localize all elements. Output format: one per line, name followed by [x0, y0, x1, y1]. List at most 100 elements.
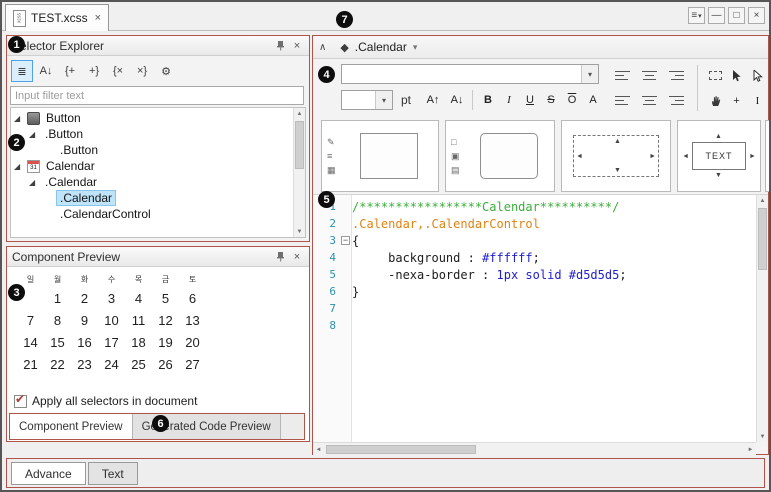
valign-middle-icon[interactable]: [636, 88, 663, 113]
pin-icon[interactable]: [273, 251, 287, 262]
zoom-plus-icon[interactable]: +: [726, 88, 747, 113]
text-cursor-icon[interactable]: I: [747, 88, 768, 113]
tree-item[interactable]: ◢.Calendar: [11, 174, 293, 190]
square-outline-icon[interactable]: □: [451, 137, 460, 147]
calendar-date-cell[interactable]: 8: [44, 309, 71, 331]
tree-expand-icon[interactable]: ◢: [14, 162, 27, 171]
font-style-select[interactable]: ▾: [341, 90, 393, 110]
square-filled-icon[interactable]: ▣: [451, 151, 460, 161]
bold-button[interactable]: B: [478, 90, 498, 110]
align-left-icon[interactable]: [609, 63, 636, 88]
calendar-date-cell[interactable]: 13: [179, 309, 206, 331]
pointer-alt-icon[interactable]: [747, 63, 768, 88]
calendar-date-cell[interactable]: 9: [71, 309, 98, 331]
sort-az-icon[interactable]: A↓: [35, 60, 57, 82]
calendar-date-cell[interactable]: 6: [179, 287, 206, 309]
scrollbar-thumb[interactable]: [758, 208, 767, 270]
add-selector-icon[interactable]: {+: [59, 60, 81, 82]
tree-expand-icon[interactable]: ◢: [14, 114, 27, 123]
calendar-date-cell[interactable]: 20: [179, 331, 206, 353]
restore-icon[interactable]: □: [728, 7, 745, 24]
square-top-icon[interactable]: ▤: [451, 165, 460, 175]
scroll-up-icon[interactable]: ▲: [294, 108, 305, 119]
tab-close-icon[interactable]: ×: [95, 12, 101, 24]
calendar-date-cell[interactable]: 27: [179, 353, 206, 375]
underline-button[interactable]: U: [520, 90, 540, 110]
calendar-date-cell[interactable]: 3: [98, 287, 125, 309]
align-center-icon[interactable]: [636, 63, 663, 88]
settings-gear-icon[interactable]: ⚙: [155, 60, 177, 82]
checkbox-box[interactable]: ✔: [14, 395, 27, 408]
calendar-date-cell[interactable]: 1: [44, 287, 71, 309]
calendar-date-cell[interactable]: 7: [17, 309, 44, 331]
calendar-date-cell[interactable]: 17: [98, 331, 125, 353]
chevron-down-icon[interactable]: ▾: [375, 91, 392, 109]
scroll-left-icon[interactable]: ◄: [313, 444, 324, 455]
preset-text-editor[interactable]: ◄ TEXT ▲ ▼ ►: [677, 120, 761, 192]
calendar-date-cell[interactable]: 14: [17, 331, 44, 353]
preset-border-editor[interactable]: ✎ ≡ ▦: [321, 120, 439, 192]
calendar-date-cell[interactable]: 26: [152, 353, 179, 375]
strikethrough-button[interactable]: S: [541, 90, 561, 110]
tree-expand-icon[interactable]: ◢: [29, 178, 42, 187]
edit-pencil-icon[interactable]: ✎: [327, 137, 336, 147]
valign-bottom-icon[interactable]: [663, 88, 690, 113]
calendar-date-cell[interactable]: 21: [17, 353, 44, 375]
calendar-date-cell[interactable]: 10: [98, 309, 125, 331]
preset-size-editor[interactable]: ◄ ► ▲ ▼: [561, 120, 671, 192]
tree-item[interactable]: .Calendar: [11, 190, 293, 206]
font-color-button[interactable]: A: [583, 90, 603, 110]
font-family-select[interactable]: ▾: [341, 64, 599, 84]
calendar-date-cell[interactable]: 12: [152, 309, 179, 331]
calendar-date-cell[interactable]: 22: [44, 353, 71, 375]
calendar-date-cell[interactable]: 23: [71, 353, 98, 375]
preset-corner-editor[interactable]: □ ▣ ▤: [445, 120, 555, 192]
calendar-date-cell[interactable]: 25: [125, 353, 152, 375]
tree-item[interactable]: ◢.Button: [11, 126, 293, 142]
calendar-date-cell[interactable]: 19: [152, 331, 179, 353]
tree-expand-icon[interactable]: ◢: [29, 130, 42, 139]
tab-component-preview[interactable]: Component Preview: [10, 414, 133, 439]
code-vertical-scrollbar[interactable]: ▲ ▼: [756, 195, 768, 442]
selector-dropdown-icon[interactable]: ▾: [413, 42, 418, 53]
apply-selectors-checkbox[interactable]: ✔ Apply all selectors in document: [14, 394, 197, 408]
close-icon[interactable]: ×: [748, 7, 765, 24]
scrollbar-thumb[interactable]: [326, 445, 476, 454]
tree-item[interactable]: ◢Button: [11, 110, 293, 126]
scroll-up-icon[interactable]: ▲: [757, 195, 768, 206]
valign-top-icon[interactable]: [609, 88, 636, 113]
border-lines-icon[interactable]: ≡: [327, 151, 336, 161]
remove-all-selector-icon[interactable]: ×}: [131, 60, 153, 82]
marquee-select-icon[interactable]: [705, 63, 726, 88]
hatch-fill-icon[interactable]: ▦: [327, 165, 336, 175]
calendar-date-cell[interactable]: 4: [125, 287, 152, 309]
overline-button[interactable]: O: [562, 90, 582, 110]
calendar-date-cell[interactable]: 24: [98, 353, 125, 375]
tree-item[interactable]: .CalendarControl: [11, 206, 293, 222]
minimize-icon[interactable]: —: [708, 7, 725, 24]
collapse-toolbar-icon[interactable]: ∧: [319, 42, 326, 53]
tab-text[interactable]: Text: [88, 462, 138, 485]
code-editor[interactable]: 1/*****************Calendar**********/2.…: [313, 194, 768, 442]
tree-item[interactable]: ◢31Calendar: [11, 158, 293, 174]
window-list-icon[interactable]: ≡▾: [688, 7, 705, 24]
selector-list-icon[interactable]: ≣: [11, 60, 33, 82]
tab-advance[interactable]: Advance: [11, 462, 86, 485]
chevron-down-icon[interactable]: ▾: [581, 65, 598, 83]
scroll-down-icon[interactable]: ▼: [757, 431, 768, 442]
code-horizontal-scrollbar[interactable]: ◄ ►: [313, 442, 756, 455]
fold-collapse-icon[interactable]: −: [341, 236, 350, 245]
delete-selector-icon[interactable]: {×: [107, 60, 129, 82]
font-increase-button[interactable]: A↑: [423, 90, 443, 110]
tree-item[interactable]: .Button: [11, 142, 293, 158]
tree-scrollbar[interactable]: ▲ ▼: [293, 108, 305, 237]
panel-close-icon[interactable]: ×: [290, 251, 304, 263]
hand-pan-icon[interactable]: [705, 88, 726, 113]
filter-input[interactable]: [10, 86, 304, 105]
font-decrease-button[interactable]: A↓: [447, 90, 467, 110]
insert-selector-icon[interactable]: +}: [83, 60, 105, 82]
calendar-date-cell[interactable]: 11: [125, 309, 152, 331]
pin-icon[interactable]: [273, 40, 287, 51]
calendar-date-cell[interactable]: 18: [125, 331, 152, 353]
calendar-date-cell[interactable]: 2: [71, 287, 98, 309]
